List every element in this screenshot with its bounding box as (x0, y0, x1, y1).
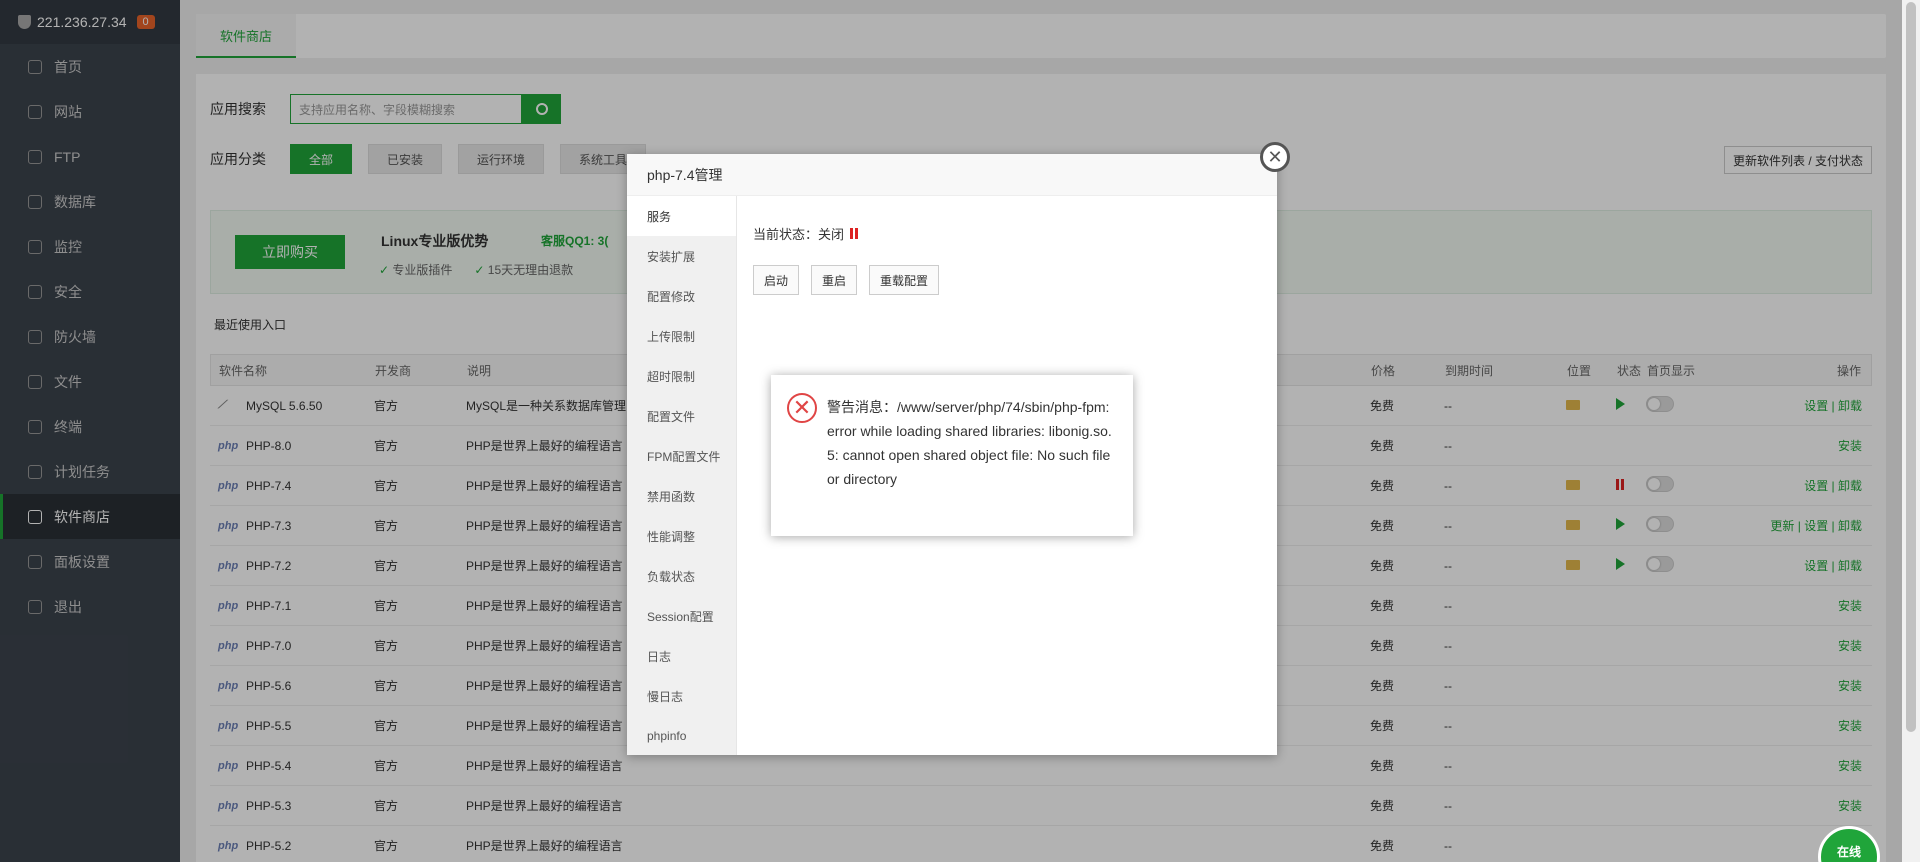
service-status: 当前状态：关闭 (753, 224, 939, 243)
reload-config-button[interactable]: 重载配置 (869, 265, 940, 295)
dialog-tab-disabled-functions[interactable]: 禁用函数 (627, 476, 736, 516)
service-buttons: 启动 重启 重载配置 (753, 265, 940, 295)
start-button[interactable]: 启动 (753, 265, 800, 295)
dialog-tab-load-status[interactable]: 负载状态 (627, 556, 736, 596)
dialog-tab-extensions[interactable]: 安装扩展 (627, 236, 736, 276)
status-text: 当前状态：关闭 (753, 227, 845, 242)
page-scrollbar[interactable] (1902, 0, 1920, 862)
dialog-tab-service[interactable]: 服务 (627, 196, 736, 236)
dialog-tab-slow-log[interactable]: 慢日志 (627, 676, 736, 716)
dialog-tab-fpm-config[interactable]: FPM配置文件 (627, 436, 736, 476)
stopped-icon (850, 228, 859, 239)
error-message: 警告消息：/www/server/php/74/sbin/php-fpm: er… (827, 399, 1112, 487)
scrollbar-thumb[interactable] (1906, 2, 1916, 732)
dialog-tab-performance[interactable]: 性能调整 (627, 516, 736, 556)
dialog-tab-timeout-limit[interactable]: 超时限制 (627, 356, 736, 396)
dialog-title: php-7.4管理 (627, 154, 1277, 196)
dialog-body: 当前状态：关闭 启动 重启 重载配置 (753, 224, 940, 295)
dialog-sidebar: 服务 安装扩展 配置修改 上传限制 超时限制 配置文件 FPM配置文件 禁用函数… (627, 196, 737, 755)
dialog-tab-config-edit[interactable]: 配置修改 (627, 276, 736, 316)
error-alert: ✕ 警告消息：/www/server/php/74/sbin/php-fpm: … (771, 375, 1133, 536)
dialog-tab-phpinfo[interactable]: phpinfo (627, 716, 736, 756)
dialog-tab-upload-limit[interactable]: 上传限制 (627, 316, 736, 356)
dialog-tab-log[interactable]: 日志 (627, 636, 736, 676)
dialog-close-icon[interactable]: ✕ (1260, 142, 1290, 172)
error-icon: ✕ (787, 393, 817, 423)
restart-button[interactable]: 重启 (811, 265, 858, 295)
dialog-tab-config-file[interactable]: 配置文件 (627, 396, 736, 436)
dialog-tab-session[interactable]: Session配置 (627, 596, 736, 636)
